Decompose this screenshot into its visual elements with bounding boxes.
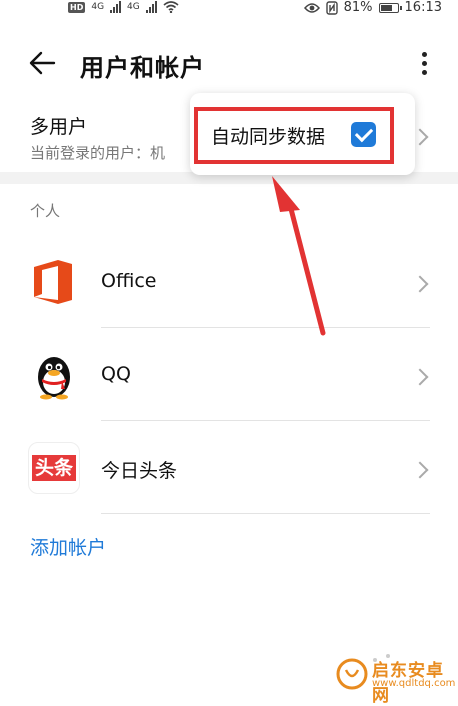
back-button[interactable] xyxy=(26,48,60,78)
eye-icon xyxy=(303,2,320,13)
back-arrow-icon xyxy=(29,51,56,75)
watermark-url: www.qdltdq.com xyxy=(372,678,456,689)
hd-badge: HD xyxy=(68,1,86,13)
account-row-qq[interactable]: QQ xyxy=(0,329,458,421)
clock: 16:13 xyxy=(404,0,442,15)
section-personal-label: 个人 xyxy=(30,202,61,220)
more-dot-icon xyxy=(421,51,427,57)
office-icon xyxy=(34,260,72,304)
status-left: HD 4G 4G xyxy=(68,1,179,13)
chevron-right-icon xyxy=(411,275,429,293)
account-row-office[interactable]: Office xyxy=(0,236,458,328)
toutiao-logo-text: 头条 xyxy=(31,455,76,481)
divider xyxy=(101,420,430,421)
battery-percent: 81% xyxy=(343,0,373,15)
status-bar: HD 4G 4G 81% 16:13 xyxy=(0,0,458,18)
account-label-office: Office xyxy=(101,270,157,292)
divider xyxy=(101,513,430,514)
account-label-toutiao: 今日头条 xyxy=(101,460,178,482)
account-row-toutiao[interactable]: 头条 今日头条 xyxy=(0,422,458,514)
multi-user-subtitle: 当前登录的用户：机 xyxy=(30,144,166,162)
page-title: 用户和帐户 xyxy=(80,54,205,82)
nfc-icon xyxy=(325,0,338,15)
more-dot-icon xyxy=(421,60,427,66)
status-right: 81% 16:13 xyxy=(303,0,442,15)
qq-penguin-icon xyxy=(38,357,70,400)
divider xyxy=(101,327,430,328)
annotation-highlight-box xyxy=(194,107,394,164)
app-header: 用户和帐户 xyxy=(0,40,458,86)
network-label-1: 4G xyxy=(91,2,105,12)
chevron-right-icon xyxy=(411,461,429,479)
account-label-qq: QQ xyxy=(101,363,131,385)
signal-icon-2 xyxy=(145,1,157,13)
chevron-right-icon xyxy=(411,368,429,386)
wifi-icon xyxy=(163,1,179,13)
multi-user-title: 多用户 xyxy=(30,116,88,138)
battery-icon xyxy=(378,2,402,13)
add-account-button[interactable]: 添加帐户 xyxy=(30,533,106,560)
more-dot-icon xyxy=(421,69,427,75)
more-options-button[interactable] xyxy=(414,48,434,78)
battery-level xyxy=(380,4,392,11)
signal-icon xyxy=(110,1,122,13)
toutiao-icon: 头条 xyxy=(28,442,80,494)
network-label-2: 4G xyxy=(127,2,140,12)
